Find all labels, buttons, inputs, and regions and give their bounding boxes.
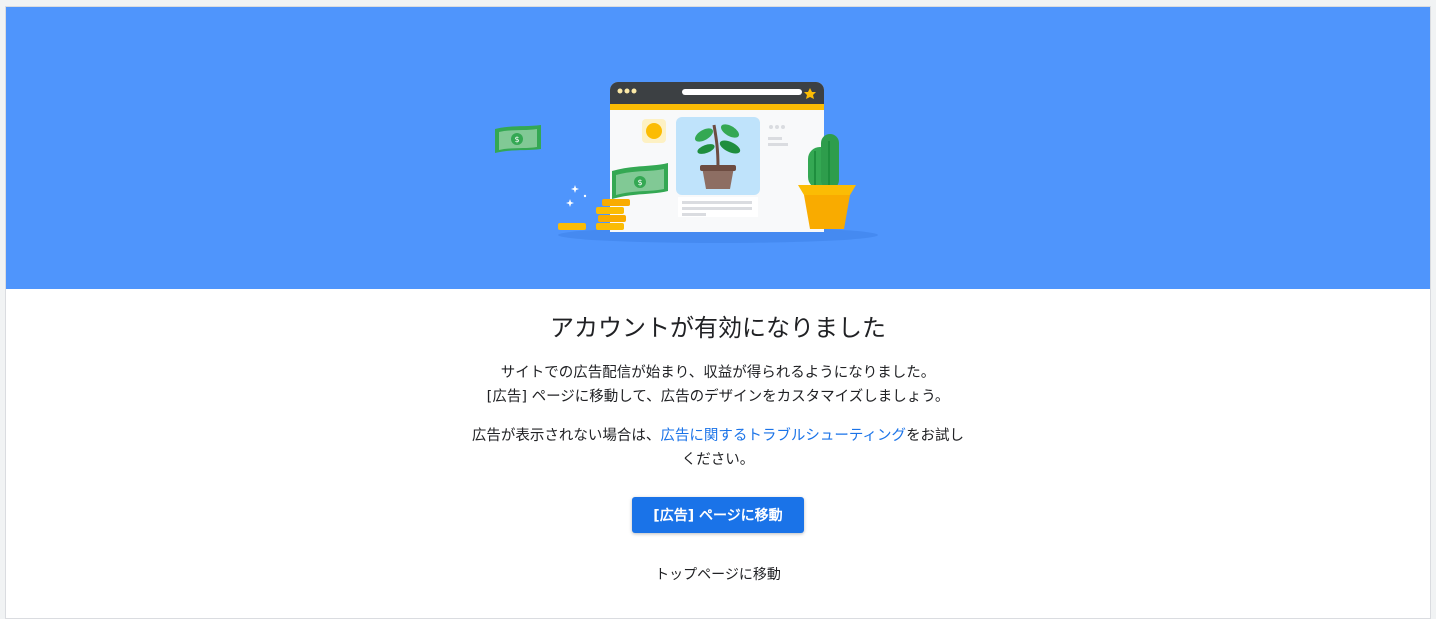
svg-text:$: $ (637, 178, 642, 187)
go-to-ads-page-button[interactable]: [広告] ページに移動 (632, 497, 804, 533)
troubleshooting-prefix: 広告が表示されない場合は、 (471, 428, 661, 444)
dollar-bill-icon: $ (495, 125, 541, 153)
description-line-2: [広告] ページに移動して、広告のデザインをカスタマイズしましょう。 (486, 389, 950, 405)
svg-text:$: $ (514, 135, 519, 144)
go-to-home-link[interactable]: トップページに移動 (606, 563, 830, 587)
activation-illustration: $ $ (495, 82, 878, 243)
troubleshooting-link[interactable]: 広告に関するトラブルシューティング (660, 428, 906, 444)
page-title: アカウントが有効になりました (550, 314, 886, 342)
activation-card: $ $ アカウントが有効になりました サイトでの広告配信が始まり、収益が得られる… (6, 7, 1430, 618)
troubleshooting-text: 広告が表示されない場合は、広告に関するトラブルシューティングをお試しください。 (468, 424, 968, 472)
description-line-1: サイトでの広告配信が始まり、収益が得られるようになりました。 (500, 365, 936, 381)
description: サイトでの広告配信が始まり、収益が得られるようになりました。 [広告] ページに… (6, 361, 1430, 409)
sparkle-icon (566, 185, 587, 207)
hero-banner: $ $ (6, 7, 1430, 289)
